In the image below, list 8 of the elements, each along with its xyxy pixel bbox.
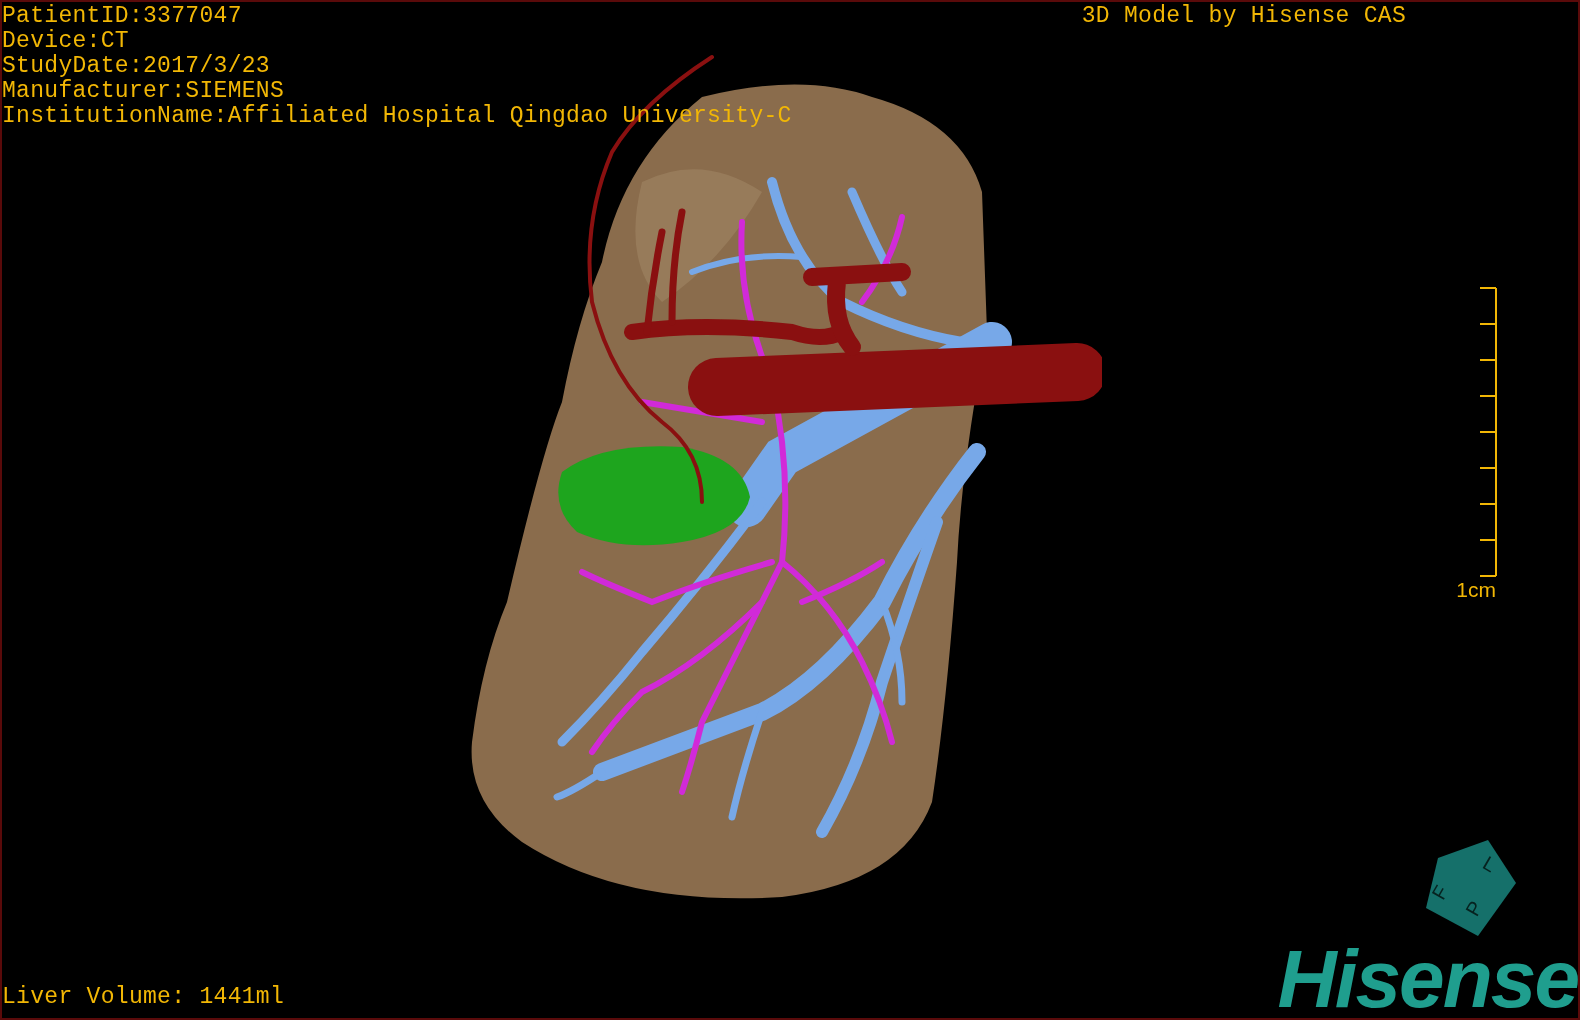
patient-info-text: StudyDate:2017/3/23: [2, 54, 271, 79]
patient-info-text: Manufacturer:SIEMENS: [2, 79, 286, 104]
patient-info-text: PatientID:3377047: [2, 4, 243, 29]
liver-volume-text: Liver Volume: 1441ml: [2, 985, 285, 1010]
patient-info-text: Device:CT: [2, 29, 130, 54]
scale-label: 1cm: [1456, 577, 1496, 602]
brand-logo: Hisense: [1277, 940, 1578, 1018]
model-title: 3D Model by Hisense CAS: [1081, 4, 1406, 29]
